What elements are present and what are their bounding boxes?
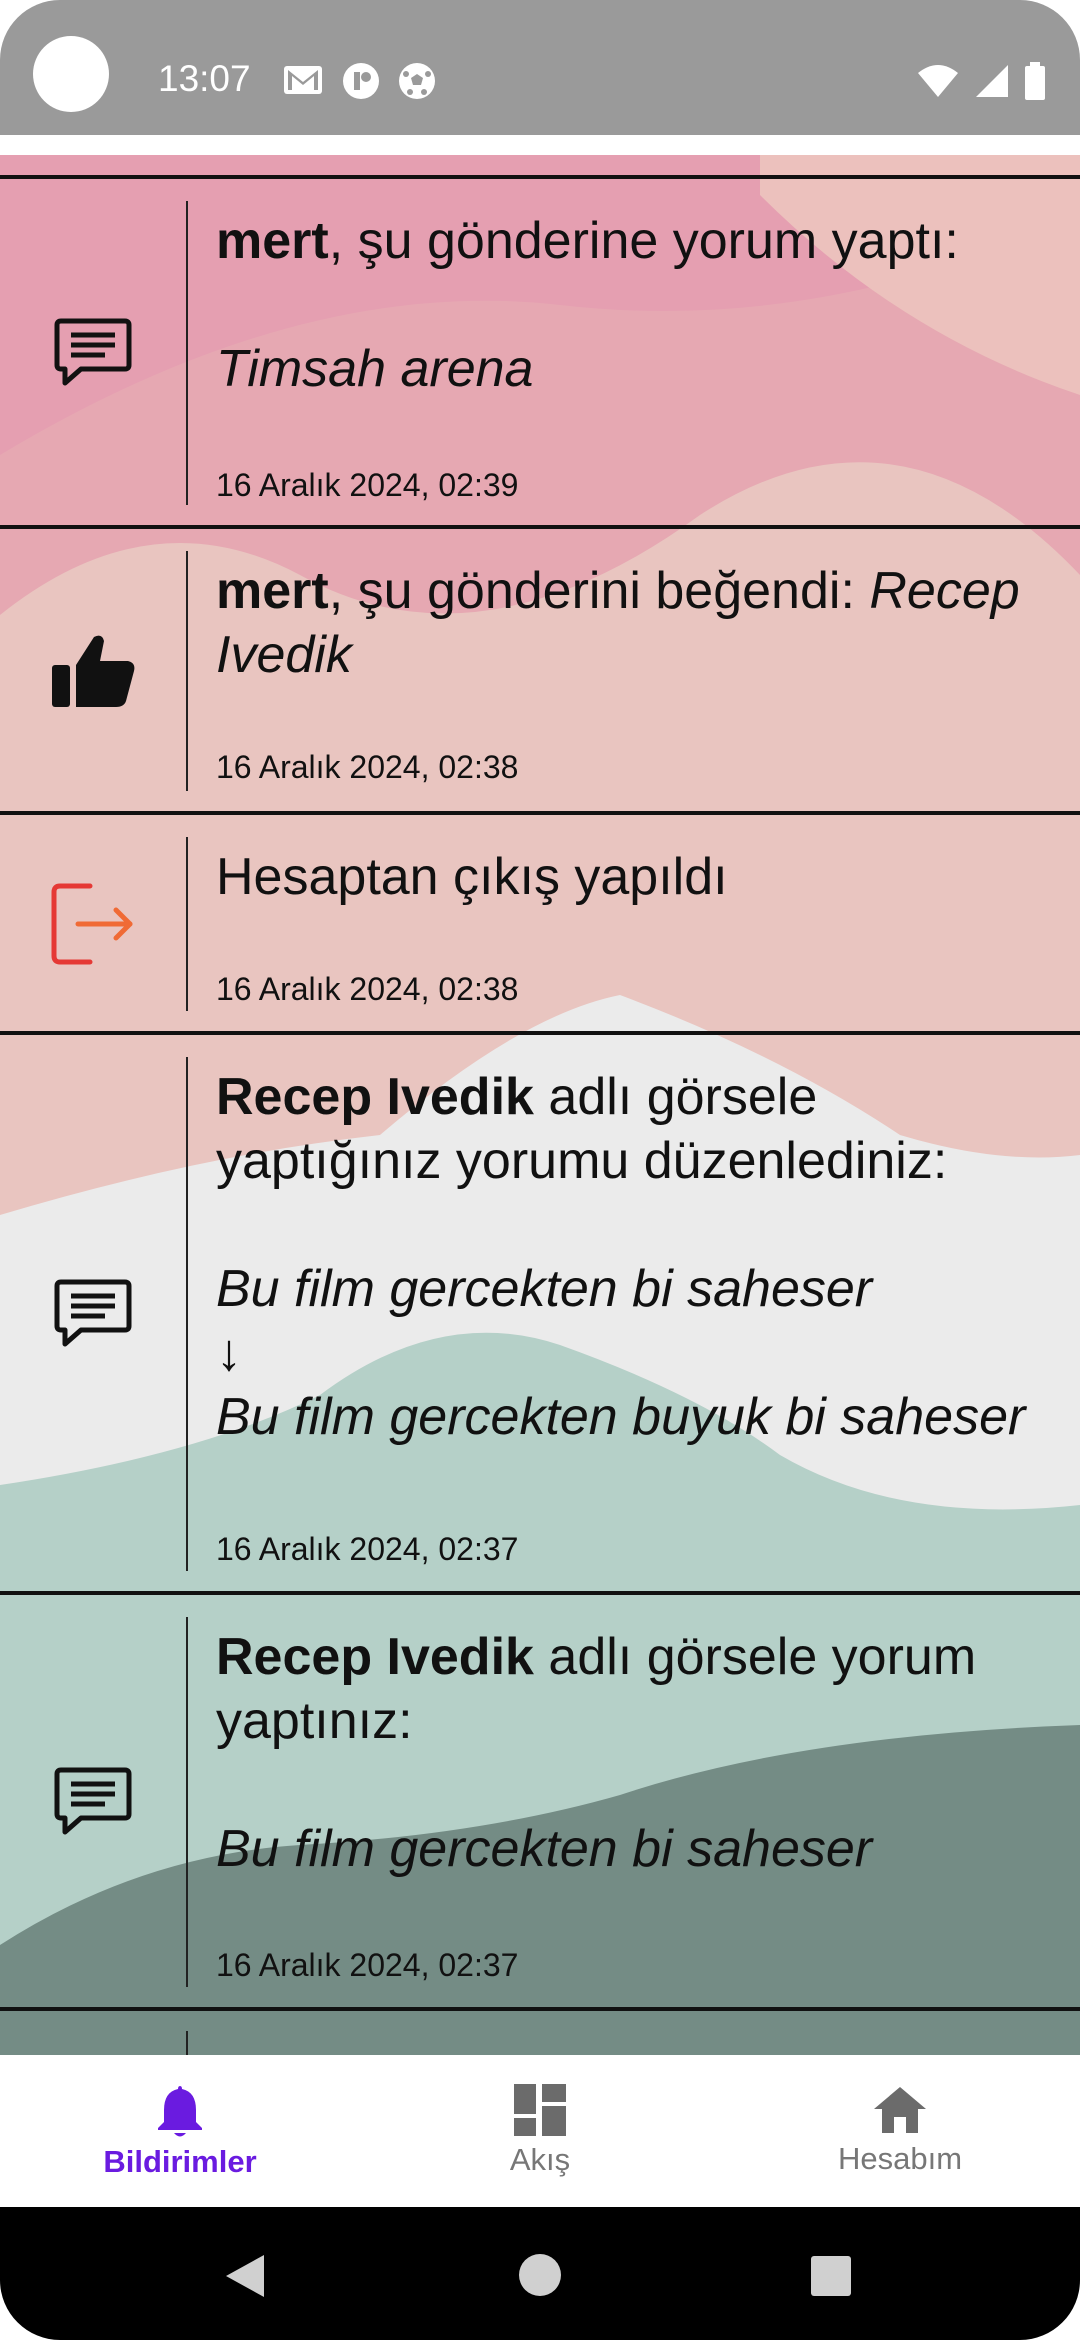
notification-text: mert, şu gönderine yorum yaptı: Timsah a…: [216, 209, 1052, 401]
comment-icon: [54, 1767, 131, 1835]
item-divider: [186, 1617, 188, 1987]
system-navigation-bar: [0, 2207, 1080, 2340]
notification-text: Recep Ivedik adlı görsele yorum yaptınız…: [216, 1625, 1052, 1881]
logout-icon: [51, 883, 132, 965]
recents-icon[interactable]: [810, 2255, 852, 2297]
notification-text: Hesaptan çıkış yapıldı: [216, 845, 1052, 909]
header-spacer: [0, 135, 1080, 155]
notification-date: 16 Aralık 2024, 02:37: [216, 1531, 519, 1567]
item-divider: [186, 1057, 188, 1571]
thumbs-up-icon: [51, 635, 134, 707]
arrow-down: ↓: [216, 1324, 242, 1382]
notification-date: 16 Aralık 2024, 02:37: [216, 1947, 519, 1983]
icon-column: [0, 1035, 185, 1593]
battery-icon: [1025, 62, 1045, 100]
notification-icons: [282, 62, 436, 100]
quote-text: Bu film gercekten bi saheser: [216, 1820, 873, 1878]
signal-icon: [976, 65, 1008, 97]
actor-name: Recep Ivedik: [216, 1628, 534, 1686]
wifi-icon: [918, 65, 958, 97]
icon-column: [0, 815, 185, 1033]
actor-name: Recep Ivedik: [216, 1068, 534, 1126]
nav-label: Akış: [509, 2142, 571, 2177]
list-item-partial[interactable]: [0, 2007, 1080, 2055]
gmail-icon: [284, 66, 322, 94]
system-icons: [916, 62, 1046, 100]
old-comment: Bu film gercekten bi saheser: [216, 1260, 873, 1318]
bottom-navigation: Bildirimler Akış Hesabım: [0, 2055, 1080, 2207]
nav-label: Hesabım: [837, 2141, 963, 2176]
notification-date: 16 Aralık 2024, 02:38: [216, 749, 519, 785]
notification-text: Recep Ivedik adlı görsele yaptığınız yor…: [216, 1065, 1052, 1449]
list-item[interactable]: Recep Ivedik adlı görsele yorum yaptınız…: [0, 1591, 1080, 2009]
status-bar: 13:07: [0, 0, 1080, 135]
nav-label: Bildirimler: [103, 2144, 257, 2179]
quote-text: Timsah arena: [216, 340, 534, 398]
football-icon: [399, 63, 435, 99]
home-icon: [874, 2087, 926, 2133]
notification-text: mert, şu gönderini beğendi: Recep Ivedik: [216, 559, 1052, 687]
item-divider: [186, 551, 188, 791]
camera-cutout: [33, 36, 109, 112]
comment-icon: [54, 1279, 131, 1347]
icon-column: [0, 1595, 185, 2009]
item-divider: [186, 837, 188, 1011]
list-item[interactable]: mert, şu gönderine yorum yaptı: Timsah a…: [0, 175, 1080, 527]
item-divider: [186, 201, 188, 505]
item-divider: [186, 2031, 188, 2055]
dashboard-icon: [514, 2084, 566, 2136]
list-item[interactable]: Recep Ivedik adlı görsele yaptığınız yor…: [0, 1031, 1080, 1593]
nav-notifications[interactable]: Bildirimler: [0, 2055, 360, 2207]
icon-column: [0, 179, 185, 527]
notification-date: 16 Aralık 2024, 02:38: [216, 971, 519, 1007]
list-item[interactable]: Hesaptan çıkış yapıldı 16 Aralık 2024, 0…: [0, 811, 1080, 1033]
icon-column: [0, 529, 185, 813]
app-icon: [343, 63, 379, 99]
comment-icon: [54, 318, 131, 386]
actor-name: mert: [216, 212, 329, 270]
notification-list[interactable]: mert, şu gönderine yorum yaptı: Timsah a…: [0, 155, 1080, 2055]
notification-message: , şu gönderini beğendi:: [328, 562, 870, 620]
notification-message: , şu gönderine yorum yaptı:: [328, 212, 959, 270]
list-item[interactable]: mert, şu gönderini beğendi: Recep Ivedik…: [0, 525, 1080, 813]
nav-feed[interactable]: Akış: [360, 2055, 720, 2207]
notification-date: 16 Aralık 2024, 02:39: [216, 467, 519, 503]
status-time: 13:07: [158, 58, 251, 99]
notification-message: Hesaptan çıkış yapıldı: [216, 848, 728, 906]
bell-icon: [158, 2086, 202, 2137]
new-comment: Bu film gercekten buyuk bi saheser: [216, 1388, 1026, 1446]
actor-name: mert: [216, 562, 329, 620]
home-button-icon[interactable]: [518, 2253, 562, 2297]
nav-account[interactable]: Hesabım: [720, 2055, 1080, 2207]
back-icon[interactable]: [222, 2253, 266, 2299]
